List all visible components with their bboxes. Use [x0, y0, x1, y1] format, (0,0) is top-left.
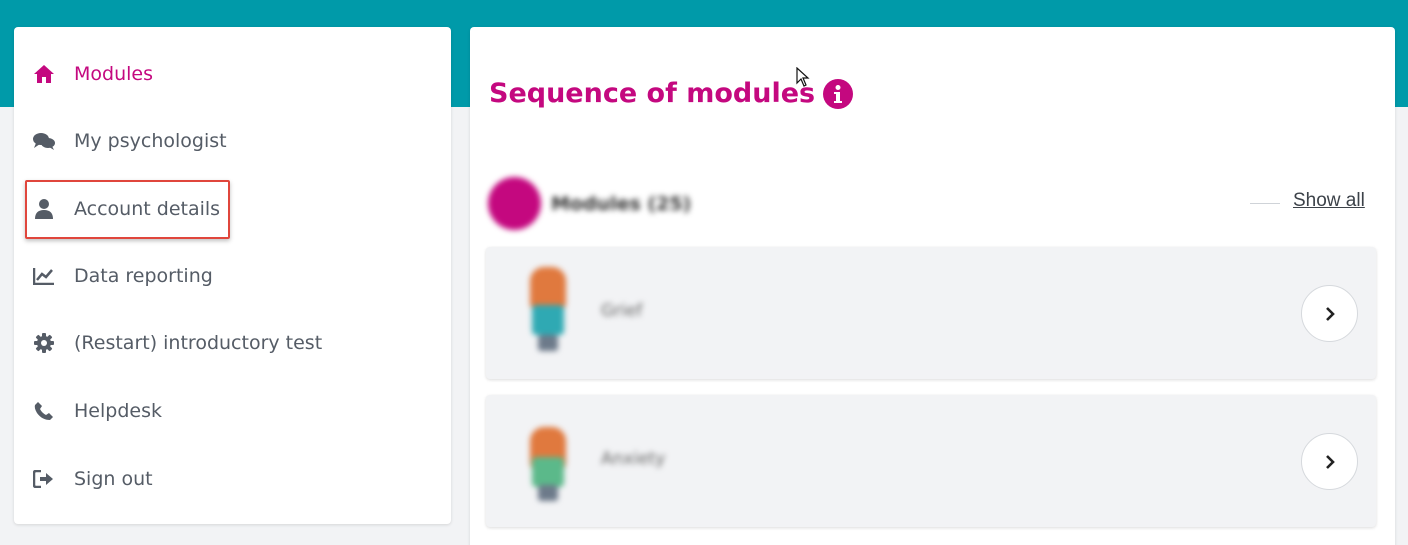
sidebar-item-my-psychologist[interactable]: My psychologist — [32, 123, 227, 159]
card-content: Grief — [486, 247, 1376, 379]
sidebar-item-sign-out[interactable]: Sign out — [32, 461, 153, 497]
sidebar-item-helpdesk[interactable]: Helpdesk — [32, 393, 162, 429]
home-icon — [32, 62, 56, 86]
mouse-cursor-icon — [796, 67, 810, 87]
module-card[interactable]: Anxiety — [486, 395, 1376, 527]
sidebar-item-label: Data reporting — [74, 265, 213, 287]
sidebar-item-data-reporting[interactable]: Data reporting — [32, 258, 213, 294]
modules-section-header: Modules (25) — [488, 177, 1248, 231]
open-module-button[interactable] — [1301, 433, 1358, 490]
avatar-body — [532, 457, 564, 487]
open-module-button[interactable] — [1301, 285, 1358, 342]
divider — [1250, 203, 1280, 204]
section-badge — [488, 177, 541, 230]
avatar-legs — [538, 485, 558, 501]
avatar-legs — [538, 335, 558, 351]
avatar-body — [532, 305, 564, 335]
sidebar-item-label: Modules — [74, 63, 153, 85]
chart-icon — [32, 264, 56, 288]
sidebar-item-modules[interactable]: Modules — [32, 56, 153, 92]
phone-icon — [32, 399, 56, 423]
card-content: Anxiety — [486, 395, 1376, 527]
chevron-right-icon — [1325, 306, 1335, 321]
highlight-box — [25, 180, 230, 239]
sidebar-nav: Modules My psychologist Account details … — [14, 27, 451, 524]
sidebar-item-label: My psychologist — [74, 130, 227, 152]
module-title: Grief — [601, 301, 643, 321]
sign-out-icon — [32, 467, 56, 491]
chat-icon — [32, 129, 56, 153]
module-card[interactable]: Grief — [486, 247, 1376, 379]
sidebar-item-label: (Restart) introductory test — [74, 332, 323, 354]
sidebar-item-restart-test[interactable]: (Restart) introductory test — [32, 325, 322, 361]
main-panel: Sequence of modules Modules (25) Show al… — [470, 27, 1395, 545]
gear-icon — [32, 331, 56, 355]
sidebar-item-label: Helpdesk — [74, 400, 162, 422]
chevron-right-icon — [1325, 454, 1335, 469]
module-title: Anxiety — [601, 449, 666, 469]
page-title-text: Sequence of modules — [489, 78, 816, 109]
sidebar-item-label: Sign out — [74, 468, 153, 490]
show-all-link[interactable]: Show all — [1293, 190, 1365, 212]
info-icon[interactable] — [823, 78, 854, 109]
section-label: Modules (25) — [551, 193, 692, 215]
